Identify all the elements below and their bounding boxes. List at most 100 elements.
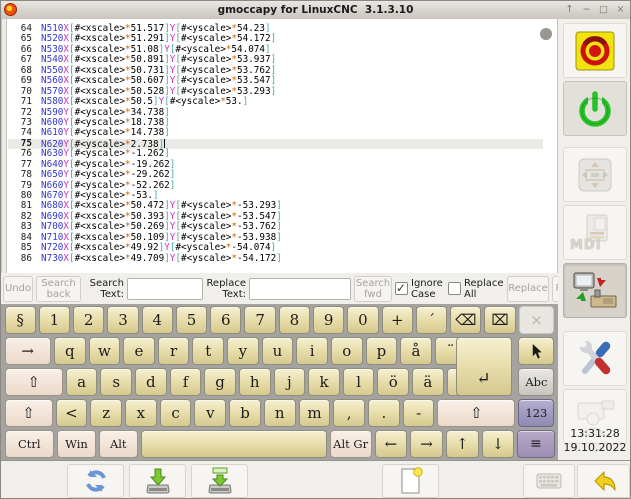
key-p[interactable]: p (366, 337, 398, 365)
key-+[interactable]: + (382, 306, 413, 334)
space-key[interactable] (141, 430, 327, 458)
key-q[interactable]: q (54, 337, 86, 365)
ignore-case-checkbox[interactable] (395, 282, 408, 295)
key-i[interactable]: i (296, 337, 328, 365)
key-d[interactable]: d (135, 368, 167, 396)
jog-mode-button[interactable] (563, 147, 627, 202)
key-h[interactable]: h (239, 368, 271, 396)
replace-all-checkbox[interactable] (448, 282, 461, 295)
key-b[interactable]: b (229, 399, 261, 427)
auto-mode-button[interactable] (563, 263, 627, 318)
key-n[interactable]: n (264, 399, 296, 427)
keyboard-close-key[interactable]: × (519, 306, 555, 334)
key-r[interactable]: r (158, 337, 190, 365)
reload-button[interactable] (67, 464, 124, 498)
gcode-editor[interactable]: 64N510X[#<xscale>*51.517]Y[#<yscale>*54.… (1, 19, 558, 273)
key-0[interactable]: 0 (347, 306, 378, 334)
menu-key[interactable]: ≡ (517, 430, 554, 458)
key-m[interactable]: m (299, 399, 331, 427)
key-5[interactable]: 5 (176, 306, 207, 334)
ctrl-key[interactable]: Ctrl (5, 430, 55, 458)
key-§[interactable]: § (5, 306, 36, 334)
key-k[interactable]: k (308, 368, 340, 396)
backspace-key[interactable]: ⌫ (450, 306, 481, 334)
key-4[interactable]: 4 (142, 306, 173, 334)
key-.[interactable]: . (368, 399, 400, 427)
key-´[interactable]: ´ (416, 306, 447, 334)
estop-icon (574, 30, 616, 72)
keyboard-row: ⇧<zxcvbnm,.-⇧123 (3, 399, 556, 427)
onscreen-keyboard: §1234567890+´⌫⌧×→qwertyuiopå¨⇧asdfghjklö… (1, 304, 558, 460)
key-g[interactable]: g (204, 368, 236, 396)
delete-key[interactable]: ⌧ (484, 306, 515, 334)
key-a[interactable]: a (66, 368, 98, 396)
key-j[interactable]: j (274, 368, 306, 396)
power-button[interactable] (563, 81, 627, 136)
key-t[interactable]: t (192, 337, 224, 365)
key-c[interactable]: c (160, 399, 192, 427)
key-3[interactable]: 3 (107, 306, 138, 334)
capslock-key[interactable]: ⇧ (5, 368, 63, 396)
replace-input[interactable] (249, 278, 351, 300)
search-fwd-button[interactable]: Search fwd (354, 276, 392, 302)
tab-key[interactable]: → (5, 337, 51, 365)
key-2[interactable]: 2 (73, 306, 104, 334)
key-e[interactable]: e (123, 337, 155, 365)
key-o[interactable]: o (331, 337, 363, 365)
key-l[interactable]: l (343, 368, 375, 396)
left-shift-key[interactable]: ⇧ (5, 399, 53, 427)
key-w[interactable]: w (89, 337, 121, 365)
key-<[interactable]: < (56, 399, 88, 427)
key-9[interactable]: 9 (313, 306, 344, 334)
key-ö[interactable]: ö (377, 368, 409, 396)
alt-key[interactable]: Alt (99, 430, 138, 458)
key-8[interactable]: 8 (279, 306, 310, 334)
key-s[interactable]: s (100, 368, 132, 396)
key-å[interactable]: å (400, 337, 432, 365)
jog-arrows-icon (573, 155, 617, 195)
key-y[interactable]: y (227, 337, 259, 365)
key-7[interactable]: 7 (244, 306, 275, 334)
key-,[interactable]: , (333, 399, 365, 427)
undo-button[interactable]: Undo (3, 276, 33, 302)
estop-button[interactable] (563, 23, 627, 78)
pointer-key[interactable] (518, 337, 554, 365)
close-button[interactable]: × (615, 3, 626, 16)
back-button[interactable] (577, 464, 630, 498)
key-1[interactable]: 1 (39, 306, 70, 334)
settings-button[interactable] (563, 331, 627, 386)
code-line[interactable]: 86N730X[#<xscale>*49.709]Y[#<yscale>*-54… (8, 254, 543, 264)
search-input[interactable] (127, 278, 203, 300)
search-back-button[interactable]: Search back (36, 276, 81, 302)
key-u[interactable]: u (262, 337, 294, 365)
key-6[interactable]: 6 (210, 306, 241, 334)
abc-layer-key[interactable]: Abc (518, 368, 554, 396)
arrow-down-key[interactable]: ↓ (482, 430, 515, 458)
new-file-button[interactable] (382, 464, 439, 498)
arrow-right-key[interactable]: → (410, 430, 443, 458)
code-line[interactable]: 74N610Y[#<yscale>*14.738] (8, 128, 543, 138)
right-shift-key[interactable]: ⇧ (437, 399, 515, 427)
win-key[interactable]: Win (57, 430, 96, 458)
arrow-up-key[interactable]: ↑ (446, 430, 479, 458)
save-as-button[interactable] (191, 464, 248, 498)
key--[interactable]: - (403, 399, 435, 427)
key-v[interactable]: v (194, 399, 226, 427)
save-button[interactable] (129, 464, 186, 498)
enter-key[interactable]: ↵ (456, 337, 512, 396)
altgr-key[interactable]: Alt Gr (330, 430, 372, 458)
editor-left-scrollbar[interactable] (1, 19, 7, 273)
numeric-layer-key[interactable]: 123 (518, 399, 554, 427)
replace-button[interactable]: Replace (507, 276, 549, 302)
key-ä[interactable]: ä (412, 368, 444, 396)
key-f[interactable]: f (170, 368, 202, 396)
minimize-button[interactable]: − (581, 3, 592, 16)
maximize-button[interactable]: □ (598, 3, 609, 16)
toggle-keyboard-button[interactable] (523, 464, 575, 498)
key-z[interactable]: z (90, 399, 122, 427)
key-x[interactable]: x (125, 399, 157, 427)
arrow-left-key[interactable]: ← (375, 430, 408, 458)
mdi-mode-button[interactable]: MDI (563, 205, 627, 260)
shade-button[interactable]: ↑ (564, 3, 575, 16)
editor-scrollbar-thumb[interactable] (540, 28, 552, 40)
